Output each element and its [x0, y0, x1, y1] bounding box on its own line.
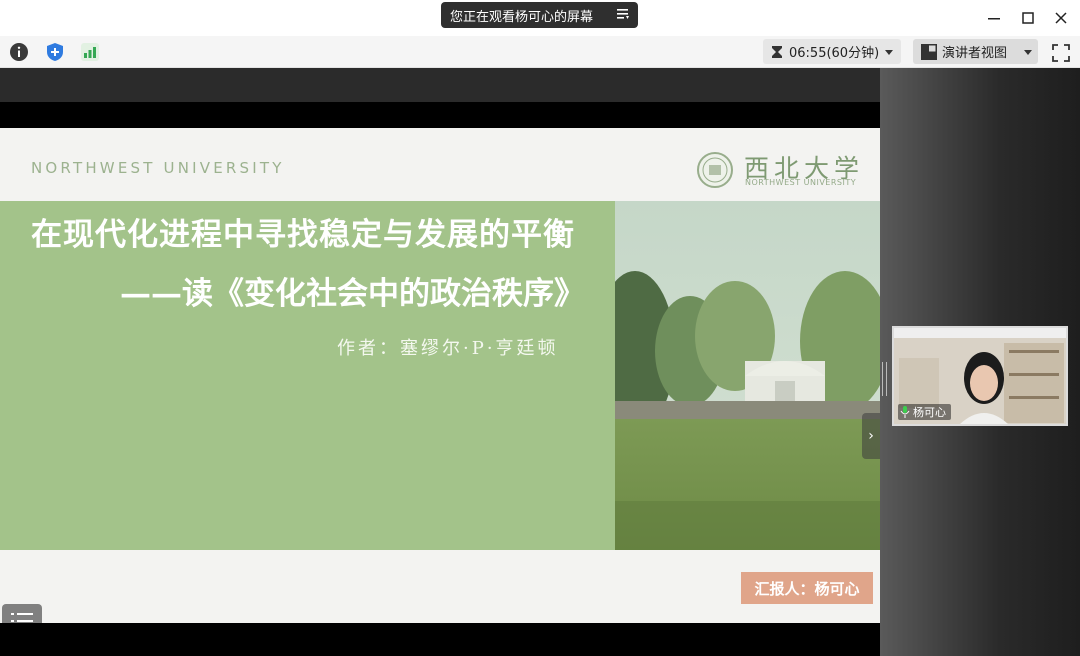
participant-video-tile[interactable]: 杨可心: [892, 326, 1068, 426]
maximize-icon: [1022, 12, 1034, 24]
minimize-icon: [988, 18, 1000, 20]
panel-resize-handle[interactable]: [882, 362, 887, 396]
hourglass-icon: [772, 45, 782, 58]
university-logo-en: NORTHWEST UNIVERSITY: [745, 178, 857, 187]
layout-icon: [921, 43, 937, 60]
university-en-header: NORTHWEST UNIVERSITY: [31, 159, 285, 177]
window-titlebar: 您正在观看杨可心的屏幕: [0, 0, 1080, 36]
maximize-button[interactable]: [1018, 8, 1038, 28]
university-seal-logo: [697, 152, 733, 188]
share-banner-text: 您正在观看杨可心的屏幕: [450, 9, 594, 25]
minimize-button[interactable]: [984, 8, 1004, 28]
menu-icon[interactable]: [616, 7, 630, 21]
shared-screen-stage: NORTHWEST UNIVERSITY 西北大学 NORTHWEST UNIV…: [0, 68, 880, 656]
close-button[interactable]: [1051, 8, 1071, 28]
info-icon: [10, 43, 28, 61]
timer-text: 06:55(60分钟): [789, 46, 880, 61]
chevron-down-icon: [1024, 49, 1033, 55]
shield-icon: [47, 43, 63, 61]
presentation-slide: NORTHWEST UNIVERSITY 西北大学 NORTHWEST UNIV…: [0, 128, 880, 638]
info-button[interactable]: [8, 41, 30, 63]
reporter-badge: 汇报人：杨可心: [741, 572, 873, 604]
participant-name: 杨可心: [913, 406, 946, 419]
network-status-button[interactable]: [79, 41, 101, 63]
campus-photo: [615, 201, 880, 550]
letterbox-bottom: [0, 623, 880, 656]
chevron-right-icon: ›: [868, 428, 874, 444]
slide-title-line2: ——读《变化社会中的政治秩序》: [120, 276, 585, 312]
next-slide-button[interactable]: ›: [862, 413, 880, 459]
screen-share-banner[interactable]: 您正在观看杨可心的屏幕: [441, 2, 638, 28]
letterbox-top: [0, 102, 880, 128]
view-label: 演讲者视图: [942, 46, 1008, 61]
meeting-toolbar: 06:55(60分钟) 演讲者视图: [0, 36, 1080, 68]
slide-title-line1: 在现代化进程中寻找稳定与发展的平衡: [31, 217, 575, 253]
chevron-down-icon: [885, 49, 894, 55]
microphone-icon: [900, 406, 910, 418]
signal-icon: [81, 43, 99, 61]
slide-author: 作者：塞缪尔·P·亨廷顿: [337, 338, 559, 359]
presenter-view-button[interactable]: 演讲者视图: [913, 39, 1038, 64]
security-button[interactable]: [44, 41, 66, 63]
close-icon: [1055, 12, 1067, 24]
fullscreen-icon[interactable]: [1051, 43, 1071, 63]
meeting-timer[interactable]: 06:55(60分钟): [763, 39, 901, 64]
participant-name-label: 杨可心: [898, 404, 951, 420]
